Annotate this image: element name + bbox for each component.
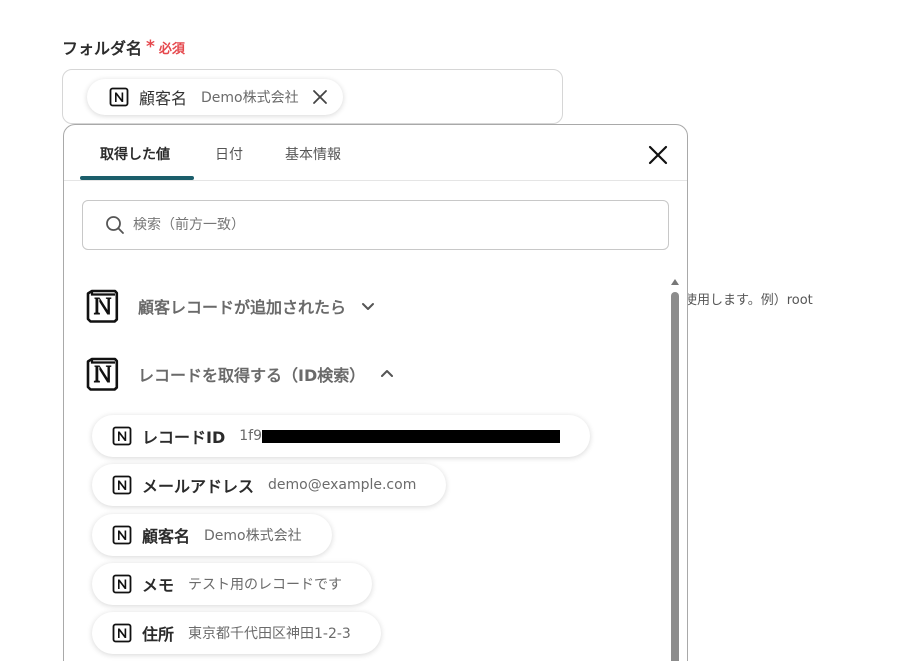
notion-icon xyxy=(112,475,132,495)
search-icon xyxy=(106,216,124,234)
value-chip[interactable]: 顧客名 Demo株式会社 xyxy=(87,79,343,115)
tab-basic-info[interactable]: 基本情報 xyxy=(285,144,341,164)
list-item-address[interactable]: 住所 東京都千代田区神田1-2-3 xyxy=(92,612,381,654)
chip-value: Demo株式会社 xyxy=(201,90,299,106)
tab-date[interactable]: 日付 xyxy=(215,144,243,164)
item-key: 顧客名 xyxy=(142,527,191,546)
item-key: 住所 xyxy=(142,625,175,644)
item-value: 東京都千代田区神田1-2-3 xyxy=(188,626,351,642)
required-badge: 必須 xyxy=(158,41,185,57)
list-item-customer-name[interactable]: 顧客名 Demo株式会社 xyxy=(92,514,332,556)
notion-icon xyxy=(112,623,132,643)
notion-icon xyxy=(112,525,132,545)
active-tab-indicator xyxy=(80,176,194,180)
notion-icon xyxy=(112,426,132,446)
item-value: Demo株式会社 xyxy=(204,528,302,544)
section-title: 顧客レコードが追加されたら xyxy=(138,298,347,317)
chevron-down-icon xyxy=(362,303,375,310)
item-value: テスト用のレコードです xyxy=(188,577,343,593)
chevron-up-icon xyxy=(381,370,394,377)
item-key: メモ xyxy=(142,576,175,595)
tab-bar: 取得した値 日付 基本情報 xyxy=(64,125,687,181)
notion-icon xyxy=(86,357,119,391)
chip-key: 顧客名 xyxy=(139,89,188,108)
folder-name-input[interactable]: 顧客名 Demo株式会社 xyxy=(62,69,563,124)
item-key: レコードID xyxy=(142,428,226,447)
value-picker-popup: 取得した値 日付 基本情報 顧客レコードが追加されたら xyxy=(63,124,688,661)
notion-icon xyxy=(109,87,129,107)
tab-retrieved-values[interactable]: 取得した値 xyxy=(100,144,170,164)
scrollbar-thumb[interactable] xyxy=(671,292,679,661)
field-hint-text: 使用します。例）root xyxy=(684,293,813,308)
section-title: レコードを取得する（ID検索） xyxy=(138,366,366,385)
item-key: メールアドレス xyxy=(142,477,255,496)
section-record-added[interactable]: 顧客レコードが追加されたら xyxy=(84,288,376,324)
close-icon[interactable] xyxy=(311,88,329,106)
required-asterisk: * xyxy=(146,37,155,57)
notion-icon xyxy=(86,289,119,323)
search-input[interactable] xyxy=(133,217,633,233)
list-item-memo[interactable]: メモ テスト用のレコードです xyxy=(92,563,373,605)
field-label-text: フォルダ名 xyxy=(62,39,143,58)
list-item-record-id[interactable]: レコードID 1f9 xyxy=(92,415,590,457)
item-value: demo@example.com xyxy=(268,477,417,493)
notion-icon xyxy=(112,574,132,594)
item-value: 1f9 xyxy=(239,428,262,444)
close-icon[interactable] xyxy=(646,143,670,167)
folder-name-label: フォルダ名 * 必須 xyxy=(62,35,185,59)
search-field[interactable] xyxy=(82,200,669,250)
redacted-block xyxy=(262,429,560,443)
scroll-up-arrow-icon[interactable] xyxy=(670,278,680,286)
section-get-record[interactable]: レコードを取得する（ID検索） xyxy=(84,356,395,392)
list-item-email[interactable]: メールアドレス demo@example.com xyxy=(92,464,447,506)
